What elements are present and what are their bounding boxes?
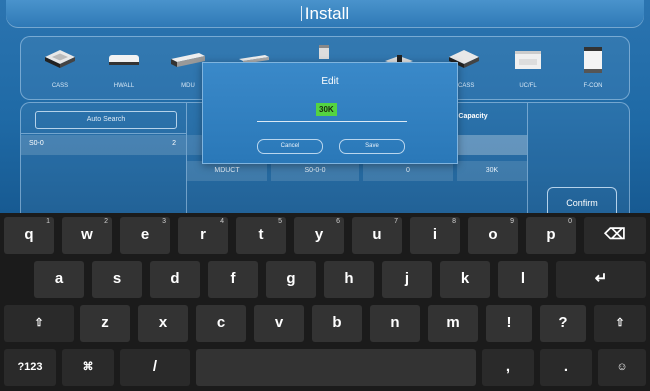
key-j[interactable]: j [382, 261, 432, 298]
window-title: Install [6, 4, 644, 24]
key-l[interactable]: l [498, 261, 548, 298]
wall-unit-icon [109, 55, 139, 65]
device-fcon[interactable]: F-CON [566, 41, 620, 97]
shift-icon: ⇧ [34, 317, 44, 329]
address-cell: S0-0-0 [271, 161, 359, 181]
cassette-unit-icon [45, 50, 75, 68]
device-hwall[interactable]: HWALL [97, 41, 151, 97]
title-bar: Install [6, 0, 644, 28]
key-i[interactable]: i8 [410, 217, 460, 254]
shift-icon: ⇧ [615, 317, 625, 329]
key-o[interactable]: o9 [468, 217, 518, 254]
emoji-key[interactable]: ☺ [598, 349, 646, 386]
enter-icon: ↵ [594, 270, 608, 287]
group-name: S0-0 [29, 140, 44, 147]
backspace-key[interactable]: ⌫ [584, 217, 646, 254]
shift-key-right[interactable]: ⇧ [594, 305, 646, 342]
key-question[interactable]: ? [540, 305, 586, 342]
key-c[interactable]: c [196, 305, 246, 342]
confirm-button[interactable]: Confirm [547, 187, 617, 216]
key-period[interactable]: . [540, 349, 592, 386]
install-screen: Install CASS HWALL MDU CCASS UC/FL F-CON… [0, 0, 650, 216]
keyboard-settings-key[interactable]: ⌘ [62, 349, 114, 386]
shift-key-left[interactable]: ⇧ [4, 305, 74, 342]
edit-dialog: Edit 30K Cancel Save [202, 62, 458, 164]
onscreen-keyboard: q1 w2 e3 r4 t5 y6 u7 i8 o9 p0 ⌫ a s d f … [0, 213, 650, 391]
key-v[interactable]: v [254, 305, 304, 342]
key-w[interactable]: w2 [62, 217, 112, 254]
key-b[interactable]: b [312, 305, 362, 342]
key-h[interactable]: h [324, 261, 374, 298]
key-k[interactable]: k [440, 261, 490, 298]
save-button[interactable]: Save [339, 139, 405, 154]
key-s[interactable]: s [92, 261, 142, 298]
key-n[interactable]: n [370, 305, 420, 342]
space-key[interactable] [196, 349, 476, 386]
key-z[interactable]: z [80, 305, 130, 342]
cancel-button[interactable]: Cancel [257, 139, 323, 154]
capacity-cell[interactable]: 30K [457, 161, 527, 181]
key-f[interactable]: f [208, 261, 258, 298]
key-exclamation[interactable]: ! [486, 305, 532, 342]
key-x[interactable]: x [138, 305, 188, 342]
key-m[interactable]: m [428, 305, 478, 342]
key-t[interactable]: t5 [236, 217, 286, 254]
value-cell: 0 [363, 161, 453, 181]
backspace-icon: ⌫ [604, 226, 626, 243]
device-ucfl[interactable]: UC/FL [501, 41, 555, 97]
key-d[interactable]: d [150, 261, 200, 298]
group-row[interactable]: S0-0 2 [21, 135, 186, 155]
model-cell: MDUCT [187, 161, 267, 181]
key-p[interactable]: p0 [526, 217, 576, 254]
input-underline [257, 121, 407, 122]
table-row[interactable]: MDUCT S0-0-0 0 30K [187, 161, 527, 181]
floor-console-icon [584, 47, 602, 73]
settings-icon: ⌘ [82, 361, 94, 373]
key-q[interactable]: q1 [4, 217, 54, 254]
key-slash[interactable]: / [120, 349, 190, 386]
key-comma[interactable]: , [482, 349, 534, 386]
emoji-icon: ☺ [616, 361, 628, 373]
group-count: 2 [172, 140, 176, 147]
dialog-title: Edit [321, 76, 339, 87]
enter-key[interactable]: ↵ [556, 261, 646, 298]
console-unit-icon [515, 51, 541, 69]
symbols-key[interactable]: ?123 [4, 349, 56, 386]
key-g[interactable]: g [266, 261, 316, 298]
key-a[interactable]: a [34, 261, 84, 298]
key-y[interactable]: y6 [294, 217, 344, 254]
device-cass[interactable]: CASS [33, 41, 87, 97]
capacity-input[interactable]: 30K [316, 103, 337, 116]
key-u[interactable]: u7 [352, 217, 402, 254]
key-e[interactable]: e3 [120, 217, 170, 254]
key-r[interactable]: r4 [178, 217, 228, 254]
auto-search-button[interactable]: Auto Search [35, 111, 177, 129]
